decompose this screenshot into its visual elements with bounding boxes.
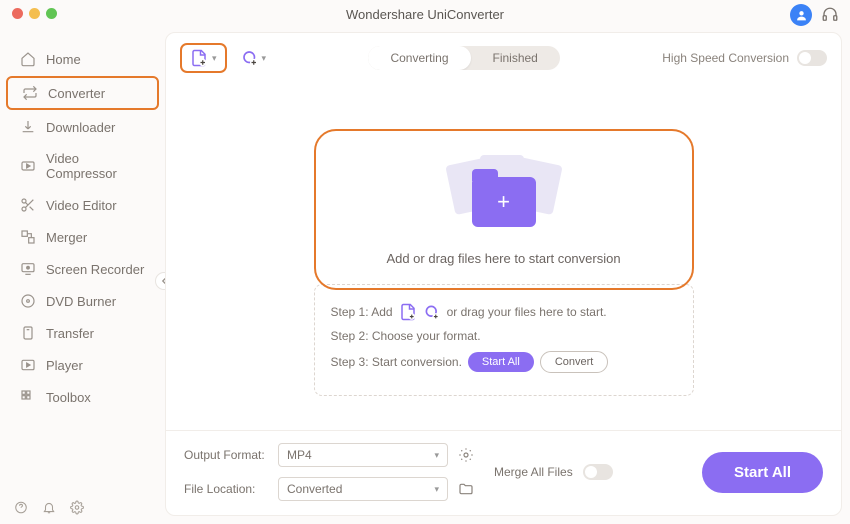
screen-recorder-icon [20, 261, 36, 277]
step3-text: Step 3: Start conversion. [331, 355, 462, 369]
sidebar-item-recorder[interactable]: Screen Recorder [6, 254, 159, 284]
steps-panel: Step 1: Add or drag your files here to s… [314, 284, 694, 396]
add-file-button[interactable]: ▾ [180, 43, 227, 73]
output-format-label: Output Format: [184, 448, 268, 462]
sidebar-item-home[interactable]: Home [6, 44, 159, 74]
tab-group: Converting Finished [368, 46, 559, 70]
main-panel: ▾ ▾ Converting Finished High Speed Conve… [165, 32, 842, 516]
maximize-window-icon[interactable] [46, 8, 57, 19]
sidebar-item-label: Home [46, 52, 81, 67]
merge-all-toggle[interactable] [583, 464, 613, 480]
add-url-icon [241, 49, 259, 67]
file-location-value: Converted [287, 482, 342, 496]
sidebar-item-downloader[interactable]: Downloader [6, 112, 159, 142]
sidebar-item-label: Merger [46, 230, 87, 245]
plus-icon: + [497, 189, 510, 215]
add-file-icon[interactable] [399, 303, 417, 321]
sidebar-item-label: Transfer [46, 326, 94, 341]
settings-button[interactable] [70, 500, 84, 514]
sidebar-item-label: Player [46, 358, 83, 373]
scissors-icon [20, 197, 36, 213]
window-controls [12, 8, 57, 19]
step1-text-b: or drag your files here to start. [447, 305, 607, 319]
disc-icon [20, 293, 36, 309]
notifications-button[interactable] [42, 500, 56, 514]
sidebar-item-dvd[interactable]: DVD Burner [6, 286, 159, 316]
sidebar-item-editor[interactable]: Video Editor [6, 190, 159, 220]
transfer-icon [20, 325, 36, 341]
footer: Output Format: MP4 ▾ File Location: Conv… [166, 430, 841, 515]
sidebar: Home Converter Downloader Video Compress… [0, 28, 165, 524]
high-speed-label: High Speed Conversion [662, 51, 789, 65]
output-format-value: MP4 [287, 448, 312, 462]
merge-all-label: Merge All Files [494, 465, 573, 479]
bell-icon [42, 500, 56, 515]
sidebar-item-label: Toolbox [46, 390, 91, 405]
sidebar-item-converter[interactable]: Converter [6, 76, 159, 110]
output-format-select[interactable]: MP4 ▾ [278, 443, 448, 467]
chevron-down-icon: ▾ [262, 53, 267, 64]
user-icon [795, 9, 808, 22]
titlebar: Wondershare UniConverter [0, 0, 850, 28]
high-speed-toggle[interactable] [797, 50, 827, 66]
sidebar-item-merger[interactable]: Merger [6, 222, 159, 252]
step1-text-a: Step 1: Add [331, 305, 393, 319]
gear-icon [458, 447, 474, 463]
tab-finished[interactable]: Finished [471, 46, 560, 70]
toolbox-icon [20, 389, 36, 405]
compressor-icon [20, 158, 36, 174]
sidebar-item-player[interactable]: Player [6, 350, 159, 380]
file-location-label: File Location: [184, 482, 268, 496]
add-file-icon [190, 49, 208, 67]
headset-icon [821, 6, 839, 24]
sidebar-item-label: Video Editor [46, 198, 117, 213]
folder-icon [458, 481, 474, 497]
download-icon [20, 119, 36, 135]
sidebar-item-label: Downloader [46, 120, 115, 135]
help-button[interactable] [14, 500, 28, 514]
sidebar-item-label: Screen Recorder [46, 262, 144, 277]
merger-icon [20, 229, 36, 245]
start-all-pill[interactable]: Start All [468, 352, 534, 372]
file-location-select[interactable]: Converted ▾ [278, 477, 448, 501]
home-icon [20, 51, 36, 67]
converter-icon [22, 85, 38, 101]
sidebar-item-toolbox[interactable]: Toolbox [6, 382, 159, 412]
sidebar-item-label: DVD Burner [46, 294, 116, 309]
chevron-down-icon: ▾ [434, 450, 439, 461]
gear-icon [70, 500, 84, 515]
profile-button[interactable] [790, 4, 812, 26]
player-icon [20, 357, 36, 373]
add-url-icon[interactable] [423, 303, 441, 321]
sidebar-item-label: Video Compressor [46, 151, 145, 181]
convert-pill[interactable]: Convert [540, 351, 609, 373]
minimize-window-icon[interactable] [29, 8, 40, 19]
app-title: Wondershare UniConverter [346, 7, 504, 22]
sidebar-item-transfer[interactable]: Transfer [6, 318, 159, 348]
sidebar-item-label: Converter [48, 86, 105, 101]
step2-text: Step 2: Choose your format. [331, 329, 481, 343]
support-button[interactable] [820, 5, 840, 25]
toolbar: ▾ ▾ Converting Finished High Speed Conve… [166, 33, 841, 83]
close-window-icon[interactable] [12, 8, 23, 19]
chevron-down-icon: ▾ [434, 484, 439, 495]
start-all-button[interactable]: Start All [702, 452, 823, 493]
open-folder-button[interactable] [458, 481, 474, 497]
folder-illustration: + [444, 157, 564, 237]
add-url-button[interactable]: ▾ [241, 49, 267, 67]
dropzone[interactable]: + Add or drag files here to start conver… [314, 129, 694, 290]
sidebar-item-compressor[interactable]: Video Compressor [6, 144, 159, 188]
dropzone-text: Add or drag files here to start conversi… [386, 251, 620, 266]
chevron-down-icon: ▾ [212, 53, 217, 64]
tab-converting[interactable]: Converting [368, 46, 470, 70]
format-settings-button[interactable] [458, 447, 474, 463]
help-icon [14, 500, 28, 515]
